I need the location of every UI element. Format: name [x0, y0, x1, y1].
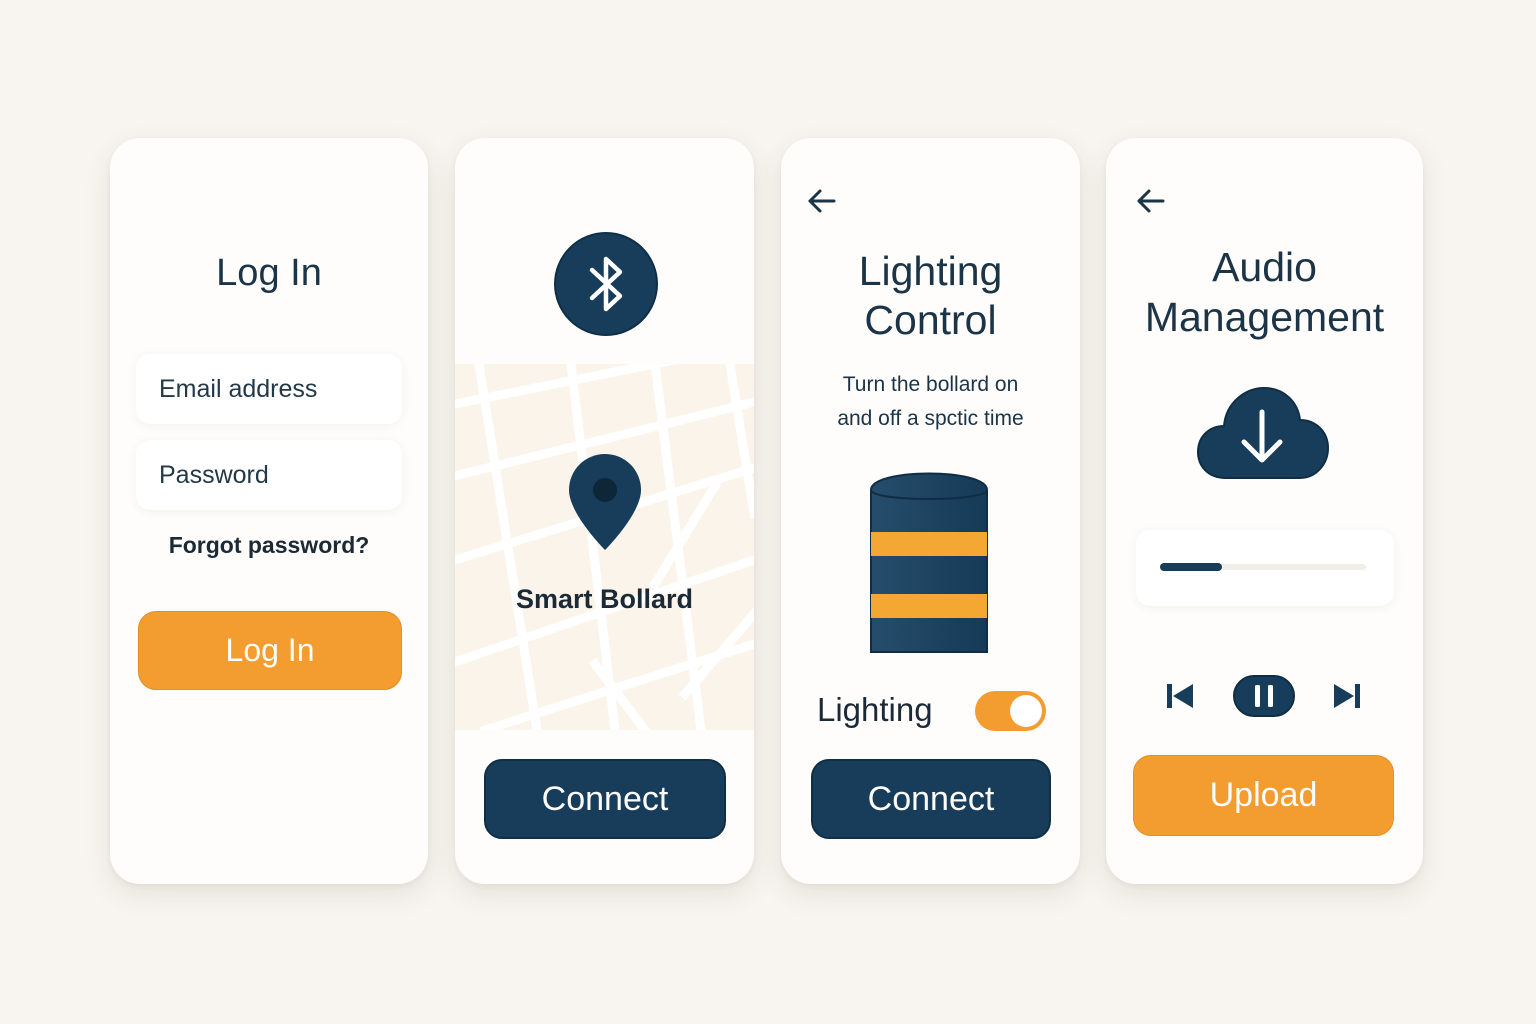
- progress-track: [1160, 563, 1366, 571]
- pause-button[interactable]: [1233, 675, 1295, 717]
- login-screen: Log In Email address Password Forgot pas…: [110, 138, 428, 884]
- arrow-left-icon[interactable]: [1136, 188, 1166, 214]
- lighting-toggle[interactable]: [975, 691, 1046, 731]
- audio-screen: Audio Management Upload: [1106, 138, 1423, 884]
- upload-button[interactable]: Upload: [1133, 755, 1394, 836]
- page-title: Log In: [216, 252, 322, 294]
- email-placeholder: Email address: [159, 374, 318, 403]
- description-line2: and off a spctic time: [837, 407, 1024, 430]
- description-line1: Turn the bollard on: [842, 373, 1019, 396]
- bollard-illustration: [869, 462, 989, 656]
- upload-progress-panel: [1136, 530, 1394, 606]
- password-field[interactable]: Password: [136, 440, 402, 510]
- password-placeholder: Password: [159, 460, 269, 489]
- device-name: Smart Bollard: [515, 584, 694, 614]
- cloud-download-icon: [1196, 382, 1330, 482]
- page-title-line2: Control: [864, 297, 997, 343]
- lighting-screen: Lighting Control Turn the bollard on and…: [781, 138, 1080, 884]
- arrow-left-icon[interactable]: [807, 188, 837, 214]
- skip-forward-icon[interactable]: [1331, 680, 1363, 712]
- email-field[interactable]: Email address: [136, 354, 402, 424]
- login-button[interactable]: Log In: [138, 611, 402, 690]
- forgot-password-link[interactable]: Forgot password?: [110, 532, 428, 559]
- skip-back-icon[interactable]: [1164, 680, 1196, 712]
- bluetooth-icon: [554, 232, 658, 336]
- connect-button[interactable]: Connect: [484, 759, 726, 839]
- page-title: Lighting: [858, 248, 1003, 294]
- pause-icon: [1255, 685, 1273, 707]
- toggle-knob: [1010, 695, 1042, 727]
- page-title-line2: Management: [1144, 294, 1385, 340]
- progress-fill: [1160, 563, 1222, 571]
- page-title: Audio: [1212, 244, 1317, 290]
- connect-button[interactable]: Connect: [811, 759, 1051, 839]
- connect-screen: Smart Bollard Connect: [455, 138, 754, 884]
- lighting-label: Lighting: [817, 691, 933, 728]
- map-pin-icon: [567, 452, 643, 554]
